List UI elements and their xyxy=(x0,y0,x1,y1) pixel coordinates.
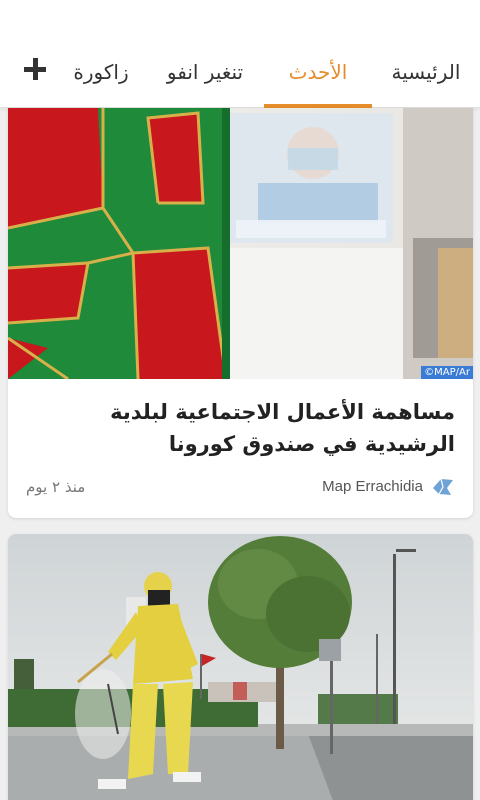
article-image xyxy=(8,534,473,800)
article-card[interactable] xyxy=(8,534,473,800)
article-time: منذ ٢ يوم xyxy=(26,478,86,496)
image-credit: ©MAP/Ar xyxy=(421,366,473,379)
tab-latest[interactable]: الأحدث xyxy=(264,38,372,108)
map-icon xyxy=(433,478,453,495)
tab-label: تنغير انفو xyxy=(166,60,244,84)
tab-tinghir-info[interactable]: تنغير انفو xyxy=(160,38,250,108)
article-card[interactable]: ©MAP/Ar مساهمة الأعمال الاجتماعية لبلدية… xyxy=(8,108,473,518)
article-image: ©MAP/Ar xyxy=(8,108,473,379)
tab-bar: زاكورة تنغير انفو الأحدث الرئيسية xyxy=(0,38,480,108)
article-title[interactable]: مساهمة الأعمال الاجتماعية لبلدية الرشيدي… xyxy=(22,396,455,460)
tab-label: زاكورة xyxy=(73,60,129,84)
tab-zagora[interactable]: زاكورة xyxy=(70,38,132,108)
tab-label: الرئيسية xyxy=(391,60,461,84)
tab-label: الأحدث xyxy=(288,60,348,84)
status-bar xyxy=(0,0,480,38)
tab-home[interactable]: الرئيسية xyxy=(384,38,468,108)
plus-icon[interactable] xyxy=(22,56,50,84)
article-source[interactable]: Map Errachidia xyxy=(322,478,423,495)
